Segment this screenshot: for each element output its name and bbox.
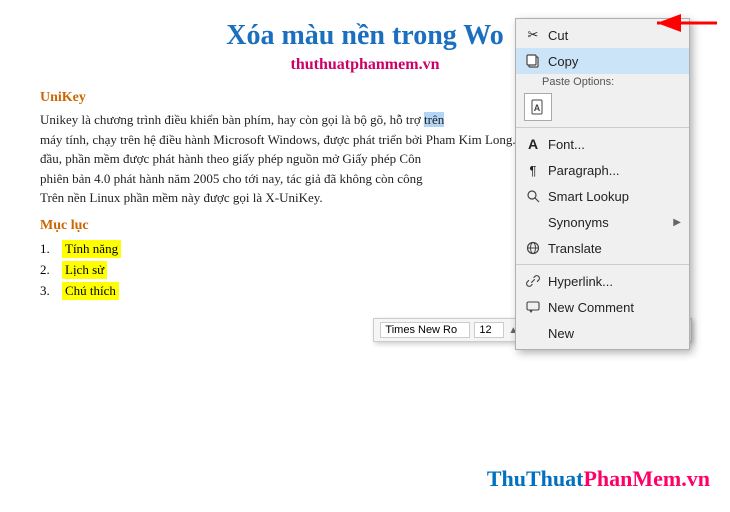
context-menu-paragraph[interactable]: ¶ Paragraph... — [516, 157, 689, 183]
smart-lookup-icon — [524, 187, 542, 205]
context-menu-translate[interactable]: Translate — [516, 235, 689, 261]
translate-label: Translate — [548, 241, 681, 256]
context-menu-synonyms[interactable]: Synonyms ▶ — [516, 209, 689, 235]
document-area: Xóa màu nền trong Wo thuthuatphanmem.vn … — [0, 0, 730, 512]
menu-separator-1 — [516, 127, 689, 128]
red-arrow-indicator — [652, 8, 722, 43]
font-icon: A — [524, 135, 542, 153]
synonyms-icon — [524, 213, 542, 231]
svg-text:A: A — [534, 103, 541, 113]
hyperlink-label: Hyperlink... — [548, 274, 681, 289]
paste-options-label: Paste Options: — [516, 74, 689, 90]
synonyms-arrow: ▶ — [673, 217, 681, 228]
context-menu-hyperlink[interactable]: Hyperlink... — [516, 268, 689, 294]
new-label: New — [548, 326, 681, 341]
context-menu-smart-lookup[interactable]: Smart Lookup — [516, 183, 689, 209]
cut-icon: ✂ — [524, 26, 542, 44]
font-size-input[interactable] — [474, 322, 504, 338]
context-menu: ✂ Cut Copy Paste Options: A — [515, 18, 690, 350]
smart-lookup-label: Smart Lookup — [548, 189, 681, 204]
body-text: Unikey là chương trình điều khiển bàn ph… — [40, 110, 550, 208]
new-icon — [524, 324, 542, 342]
watermark: ThuThuatPhanMem.vn — [487, 466, 710, 492]
paragraph-label: Paragraph... — [548, 163, 681, 178]
context-menu-new[interactable]: New — [516, 320, 689, 346]
synonyms-label: Synonyms — [548, 215, 673, 230]
copy-label: Copy — [548, 54, 681, 69]
paste-options-row: A — [516, 90, 689, 124]
translate-icon — [524, 239, 542, 257]
context-menu-copy[interactable]: Copy — [516, 48, 689, 74]
context-menu-font[interactable]: A Font... — [516, 131, 689, 157]
font-name-input[interactable] — [380, 322, 470, 338]
context-menu-new-comment[interactable]: New Comment — [516, 294, 689, 320]
new-comment-label: New Comment — [548, 300, 681, 315]
new-comment-icon — [524, 298, 542, 316]
paragraph-icon: ¶ — [524, 161, 542, 179]
menu-separator-2 — [516, 264, 689, 265]
copy-icon — [524, 52, 542, 70]
paste-keep-formatting-btn[interactable]: A — [524, 93, 552, 121]
hyperlink-icon — [524, 272, 542, 290]
font-label: Font... — [548, 137, 681, 152]
